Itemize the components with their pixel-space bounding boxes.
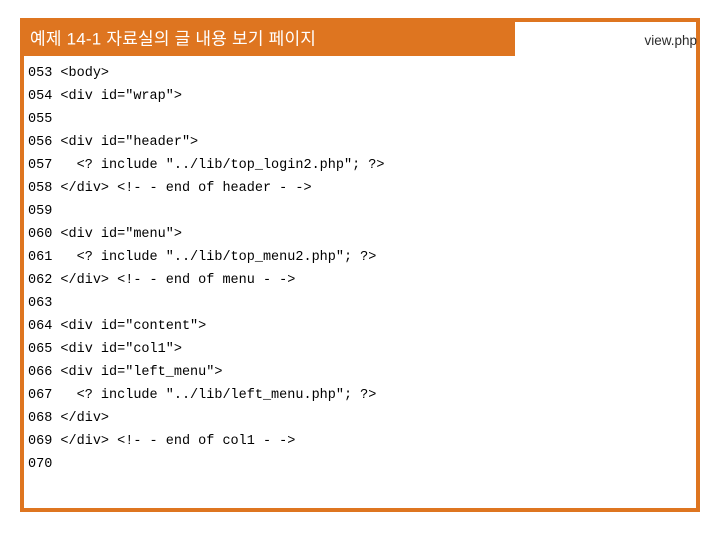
code-line: 067 <? include "../lib/left_menu.php"; ?… bbox=[28, 384, 694, 407]
page-title: 예제 14-1 자료실의 글 내용 보기 페이지 bbox=[30, 29, 317, 49]
code-line-text: </div> <!- - end of col1 - -> bbox=[60, 434, 296, 449]
code-line-number: 053 bbox=[28, 66, 53, 81]
code-line-number: 068 bbox=[28, 411, 53, 426]
slide-canvas: 예제 14-1 자료실의 글 내용 보기 페이지 view.php 053 <b… bbox=[0, 0, 720, 540]
code-line: 053 <body> bbox=[28, 62, 694, 85]
code-line: 059 bbox=[28, 200, 694, 223]
code-line-text: <body> bbox=[60, 66, 110, 81]
code-line-number: 057 bbox=[28, 158, 53, 173]
code-line-text: <div id="header"> bbox=[60, 135, 199, 150]
code-listing: 053 <body> 054 <div id="wrap"> 055 056 <di… bbox=[28, 62, 694, 476]
code-line-text: </div> bbox=[60, 411, 110, 426]
code-line-text: <div id="col1"> bbox=[60, 342, 182, 357]
code-line: 066 <div id="left_menu"> bbox=[28, 361, 694, 384]
code-line-text: <div id="content"> bbox=[60, 319, 207, 334]
title-banner: 예제 14-1 자료실의 글 내용 보기 페이지 bbox=[20, 18, 515, 56]
code-line: 069 </div> <!- - end of col1 - -> bbox=[28, 430, 694, 453]
code-line: 061 <? include "../lib/top_menu2.php"; ?… bbox=[28, 246, 694, 269]
code-line: 070 bbox=[28, 453, 694, 476]
code-line-number: 055 bbox=[28, 112, 53, 127]
code-line-text: <? include "../lib/top_login2.php"; ?> bbox=[60, 158, 385, 173]
code-line: 063 bbox=[28, 292, 694, 315]
code-line-number: 060 bbox=[28, 227, 53, 242]
code-line-number: 070 bbox=[28, 457, 53, 472]
code-line-number: 069 bbox=[28, 434, 53, 449]
code-line-number: 062 bbox=[28, 273, 53, 288]
code-line-number: 067 bbox=[28, 388, 53, 403]
code-line: 062 </div> <!- - end of menu - -> bbox=[28, 269, 694, 292]
code-line: 058 </div> <!- - end of header - -> bbox=[28, 177, 694, 200]
code-line: 060 <div id="menu"> bbox=[28, 223, 694, 246]
code-line-number: 061 bbox=[28, 250, 53, 265]
code-line-number: 059 bbox=[28, 204, 53, 219]
code-line-text: <? include "../lib/top_menu2.php"; ?> bbox=[60, 250, 377, 265]
code-line: 065 <div id="col1"> bbox=[28, 338, 694, 361]
file-name-label: view.php bbox=[644, 33, 697, 48]
code-line-number: 066 bbox=[28, 365, 53, 380]
code-line: 054 <div id="wrap"> bbox=[28, 85, 694, 108]
code-line-number: 063 bbox=[28, 296, 53, 311]
code-line: 055 bbox=[28, 108, 694, 131]
code-line: 068 </div> bbox=[28, 407, 694, 430]
code-line-text: </div> <!- - end of header - -> bbox=[60, 181, 312, 196]
code-line-text: <? include "../lib/left_menu.php"; ?> bbox=[60, 388, 377, 403]
code-line-number: 054 bbox=[28, 89, 53, 104]
code-line-number: 058 bbox=[28, 181, 53, 196]
code-line-number: 064 bbox=[28, 319, 53, 334]
code-line-text: <div id="left_menu"> bbox=[60, 365, 223, 380]
code-line: 056 <div id="header"> bbox=[28, 131, 694, 154]
code-line-number: 065 bbox=[28, 342, 53, 357]
code-line: 064 <div id="content"> bbox=[28, 315, 694, 338]
code-line: 057 <? include "../lib/top_login2.php"; … bbox=[28, 154, 694, 177]
code-line-text: <div id="menu"> bbox=[60, 227, 182, 242]
code-line-number: 056 bbox=[28, 135, 53, 150]
code-line-text: </div> <!- - end of menu - -> bbox=[60, 273, 296, 288]
code-line-text: <div id="wrap"> bbox=[60, 89, 182, 104]
